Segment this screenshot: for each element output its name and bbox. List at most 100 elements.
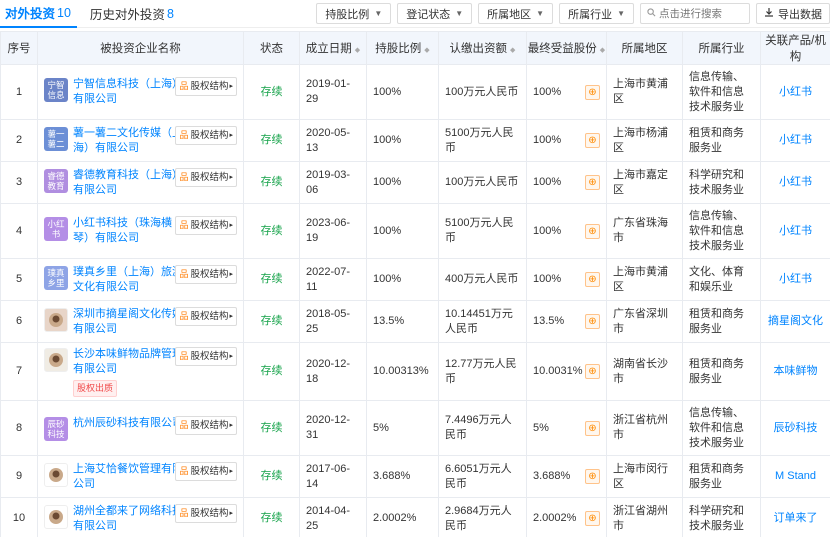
company-name-link[interactable]: 薯一薯二文化传媒（上海）有限公司 <box>73 126 183 156</box>
equity-structure-button[interactable]: 品股权结构 ▸ <box>175 461 237 481</box>
cell-ratio: 13.5% <box>366 300 439 343</box>
cell-product-link[interactable]: 小红书 <box>760 64 830 120</box>
target-icon[interactable]: ⊕ <box>585 133 600 148</box>
col-header-date[interactable]: 成立日期 ◆ <box>299 31 367 65</box>
cell-benefit: 5% ⊕ <box>526 400 607 456</box>
benefit-value: 5% <box>533 421 549 434</box>
cell-product-link[interactable]: 本味鲜物 <box>760 342 830 401</box>
equity-label: 股权结构 <box>190 465 229 477</box>
equity-structure-button[interactable]: 品股权结构 ▸ <box>175 77 237 96</box>
target-icon[interactable]: ⊕ <box>585 175 600 190</box>
equity-label: 股权结构 <box>190 129 229 141</box>
company-name-link[interactable]: 睿德教育科技（上海）有限公司 <box>73 168 183 198</box>
target-icon[interactable]: ⊕ <box>585 223 600 239</box>
benefit-value: 100% <box>533 273 562 285</box>
equity-structure-button[interactable]: 品股权结构 ▸ <box>175 346 237 366</box>
chevron-right-icon: ▸ <box>229 352 233 360</box>
company-name-link[interactable]: 小红书科技（珠海横琴）有限公司 <box>73 216 183 246</box>
cell-status: 存续 <box>243 64 300 120</box>
equity-label: 股权结构 <box>190 268 229 280</box>
equity-structure-button[interactable]: 品股权结构 ▸ <box>175 125 237 145</box>
cell-product-link[interactable]: 辰砂科技 <box>760 400 830 456</box>
industry-filter[interactable]: 所属行业 ▼ <box>559 3 634 24</box>
cell-benefit: 100% ⊕ <box>526 161 607 204</box>
company-logo <box>44 504 68 529</box>
cell-industry: 文化、体育和娱乐业 <box>682 258 761 301</box>
target-icon[interactable]: ⊕ <box>585 511 600 526</box>
equity-structure-button[interactable]: 品股权结构 ▸ <box>175 306 237 326</box>
target-icon[interactable]: ⊕ <box>585 420 600 436</box>
equity-structure-button[interactable]: 品股权结构 ▸ <box>175 264 237 284</box>
equity-structure-button[interactable]: 品股权结构 ▸ <box>175 167 237 187</box>
region-filter[interactable]: 所属地区 ▼ <box>478 3 554 24</box>
target-icon[interactable]: ⊕ <box>585 469 600 484</box>
cell-no: 4 <box>0 203 38 259</box>
equity-label: 股权结构 <box>190 171 229 183</box>
target-icon[interactable]: ⊕ <box>585 364 600 379</box>
org-chart-icon: 品 <box>179 350 189 361</box>
tab-outbound-investment[interactable]: 对外投资 10 <box>0 0 77 28</box>
cell-product-link[interactable]: 小红书 <box>760 119 830 162</box>
benefit-value: 13.5% <box>533 315 565 327</box>
export-label: 导出数据 <box>778 8 822 21</box>
cell-no: 5 <box>0 258 38 301</box>
tab-count: 10 <box>57 5 71 20</box>
cell-company: 湖州全都来了网络科技有限公司品股权结构 ▸ <box>37 497 244 537</box>
col-header-ratio[interactable]: 持股比例 ◆ <box>366 31 439 65</box>
company-name-link[interactable]: 湖州全都来了网络科技有限公司 <box>73 504 183 534</box>
holding-ratio-filter[interactable]: 持股比例 ▼ <box>316 3 392 24</box>
cell-product-link[interactable]: 小红书 <box>760 203 830 259</box>
org-chart-icon: 品 <box>179 310 189 321</box>
company-name-link[interactable]: 璞真乡里（上海）旅游文化有限公司 <box>73 265 183 295</box>
download-icon <box>764 7 774 20</box>
cell-product-link[interactable]: 订单来了 <box>760 497 830 537</box>
cell-no: 2 <box>0 119 38 162</box>
equity-label: 股权结构 <box>190 310 229 322</box>
cell-product-link[interactable]: 小红书 <box>760 161 830 204</box>
target-icon[interactable]: ⊕ <box>585 84 600 100</box>
benefit-value: 3.688% <box>533 470 571 482</box>
cell-industry: 科学研究和技术服务业 <box>682 497 761 537</box>
company-logo: 小红书 <box>44 217 68 241</box>
company-name-link[interactable]: 宁智信息科技（上海）有限公司 <box>73 77 183 107</box>
cell-no: 3 <box>0 161 38 204</box>
top-bar: 对外投资 10 历史对外投资 8 持股比例 ▼ 登记状态 ▼ 所属地区 ▼ 所属行业 ▼… <box>0 0 830 28</box>
cell-product-link[interactable]: 摘星阁文化 <box>760 300 830 343</box>
company-name-link[interactable]: 杭州辰砂科技有限公司 <box>73 416 183 431</box>
equity-structure-button[interactable]: 品股权结构 ▸ <box>175 503 237 523</box>
company-name-link[interactable]: 深圳市摘星阁文化传媒有限公司 <box>73 307 183 337</box>
tab-label: 历史对外投资 <box>89 8 165 22</box>
cell-ratio: 100% <box>366 161 439 204</box>
cell-status: 存续 <box>243 203 300 259</box>
cell-status: 存续 <box>243 300 300 343</box>
cell-industry: 信息传输、软件和信息技术服务业 <box>682 203 761 259</box>
cell-capital: 7.4496万元人民币 <box>438 400 527 456</box>
cell-product-link[interactable]: 小红书 <box>760 258 830 301</box>
cell-industry: 租赁和商务服务业 <box>682 455 761 498</box>
table-row: 1 宁智信息 宁智信息科技（上海）有限公司品股权结构 ▸ 存续 2019-01-29 100… <box>0 64 830 120</box>
sort-icon: ◆ <box>354 47 361 54</box>
table-row: 10 湖州全都来了网络科技有限公司品股权结构 ▸ 存续 2014-04-25 2.0002… <box>0 497 830 537</box>
org-chart-icon: 品 <box>179 171 189 182</box>
equity-structure-button[interactable]: 品股权结构 ▸ <box>175 415 237 435</box>
col-header-benefit[interactable]: 最终受益股份 ◆ <box>526 31 607 65</box>
company-name-link[interactable]: 长沙本味鲜物品牌管理有限公司 <box>73 347 183 377</box>
cell-company: 睿德教育 睿德教育科技（上海）有限公司品股权结构 ▸ <box>37 161 244 204</box>
cell-benefit: 3.688% ⊕ <box>526 455 607 498</box>
tab-history-investment[interactable]: 历史对外投资 8 <box>85 0 180 28</box>
reg-status-filter[interactable]: 登记状态 ▼ <box>397 3 473 24</box>
cell-capital: 5100万元人民币 <box>438 119 527 162</box>
cell-date: 2019-01-29 <box>299 64 367 120</box>
cell-date: 2020-12-31 <box>299 400 367 456</box>
cell-date: 2019-03-06 <box>299 161 367 204</box>
col-header-product: 关联产品/机构 <box>760 31 830 65</box>
col-header-capital[interactable]: 认缴出资额 ◆ <box>438 31 527 65</box>
target-icon[interactable]: ⊕ <box>585 314 600 329</box>
export-button[interactable]: 导出数据 <box>756 3 830 24</box>
company-name-link[interactable]: 上海艾恰餐饮管理有限公司 <box>73 462 183 492</box>
target-icon[interactable]: ⊕ <box>585 272 600 287</box>
table-row: 9 上海艾恰餐饮管理有限公司品股权结构 ▸ 存续 2017-06-14 3.688% 6.6… <box>0 455 830 498</box>
search-input[interactable] <box>659 7 745 20</box>
equity-structure-button[interactable]: 品股权结构 ▸ <box>175 216 237 235</box>
cell-product-link[interactable]: M Stand <box>760 455 830 498</box>
